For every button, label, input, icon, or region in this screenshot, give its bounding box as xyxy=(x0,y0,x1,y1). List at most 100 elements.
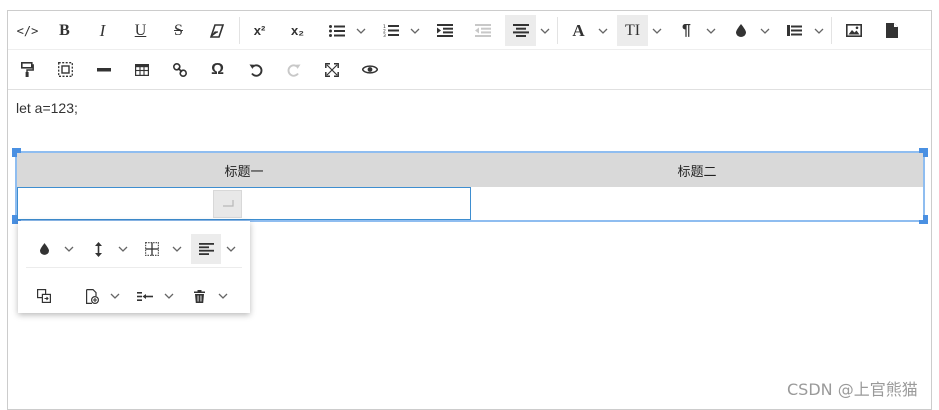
file-icon xyxy=(885,23,898,38)
fullscreen-button[interactable] xyxy=(316,54,347,85)
paragraph-button[interactable]: ¶ xyxy=(671,15,702,46)
bold-icon: B xyxy=(59,21,70,39)
cell-align-dropdown[interactable] xyxy=(224,234,238,264)
insert-cell-button[interactable] xyxy=(77,281,107,311)
block-style-dropdown[interactable] xyxy=(812,15,826,46)
special-char-button[interactable]: Ω xyxy=(202,54,233,85)
special-char-icon: Ω xyxy=(211,60,224,78)
table-icon xyxy=(134,63,149,76)
undo-icon xyxy=(249,63,263,77)
subscript-button[interactable]: x₂ xyxy=(282,15,313,46)
font-size-dropdown[interactable] xyxy=(650,15,664,46)
image-icon xyxy=(845,24,862,37)
file-button[interactable] xyxy=(876,15,907,46)
table-cell[interactable] xyxy=(471,187,923,220)
undo-button[interactable] xyxy=(240,54,271,85)
block-style-icon xyxy=(787,25,802,36)
split-cells-dropdown[interactable] xyxy=(162,281,176,311)
cell-border-icon xyxy=(145,242,159,256)
horizontal-rule-button[interactable] xyxy=(88,54,119,85)
chevron-down-icon xyxy=(218,293,228,299)
row-height-dropdown[interactable] xyxy=(116,234,130,264)
image-button[interactable] xyxy=(838,15,869,46)
underline-button[interactable]: U xyxy=(125,15,156,46)
indent-button[interactable] xyxy=(429,15,460,46)
align-dropdown[interactable] xyxy=(538,15,552,46)
bulleted-list-dropdown[interactable] xyxy=(354,15,368,46)
align-button[interactable] xyxy=(505,15,536,46)
chevron-down-icon xyxy=(814,28,824,34)
delete-button[interactable] xyxy=(184,281,214,311)
cell-border-dropdown[interactable] xyxy=(170,234,184,264)
table-button[interactable] xyxy=(126,54,157,85)
outdent-button[interactable] xyxy=(467,15,498,46)
merge-cells-button[interactable] xyxy=(29,281,59,311)
link-button[interactable] xyxy=(164,54,195,85)
enter-icon xyxy=(222,200,234,208)
block-style-button[interactable] xyxy=(779,15,810,46)
format-painter-button[interactable] xyxy=(12,54,43,85)
merge-cells-icon xyxy=(37,289,51,303)
clear-format-button[interactable] xyxy=(201,15,232,46)
strikethrough-icon: S xyxy=(174,21,183,39)
trash-icon xyxy=(193,289,205,303)
cell-align-button[interactable] xyxy=(191,234,221,264)
cell-align-icon xyxy=(198,243,214,255)
horizontal-rule-icon xyxy=(96,67,111,72)
chevron-down-icon xyxy=(760,28,770,34)
table-header-label: 标题一 xyxy=(224,163,264,179)
background-color-dropdown[interactable] xyxy=(758,15,772,46)
font-color-button[interactable]: A xyxy=(563,15,594,46)
clear-format-icon xyxy=(209,23,225,38)
row-height-icon xyxy=(94,241,102,257)
numbered-list-dropdown[interactable] xyxy=(408,15,422,46)
code-button[interactable]: </> xyxy=(12,15,43,46)
chevron-down-icon xyxy=(172,246,182,252)
table-cell-focused[interactable] xyxy=(17,187,471,220)
insert-cell-icon xyxy=(85,288,99,304)
chevron-down-icon xyxy=(410,28,420,34)
strikethrough-button[interactable]: S xyxy=(163,15,194,46)
insert-line-button[interactable] xyxy=(213,190,242,218)
bulleted-list-button[interactable] xyxy=(321,15,352,46)
code-icon: </> xyxy=(16,23,39,38)
font-color-dropdown[interactable] xyxy=(596,15,610,46)
cell-color-button[interactable] xyxy=(29,234,59,264)
code-paragraph[interactable]: let a=123; xyxy=(16,100,78,116)
cell-color-dropdown[interactable] xyxy=(62,234,76,264)
chevron-down-icon xyxy=(110,293,120,299)
numbered-list-icon: 123 xyxy=(383,24,399,37)
table-header-label: 标题二 xyxy=(677,163,717,179)
link-icon xyxy=(172,62,187,77)
select-all-button[interactable] xyxy=(50,54,81,85)
cell-border-button[interactable] xyxy=(137,234,167,264)
watermark: CSDN @上官熊猫 xyxy=(787,380,918,399)
numbered-list-button[interactable]: 123 xyxy=(375,15,406,46)
font-size-icon: TI xyxy=(624,21,641,39)
bold-button[interactable]: B xyxy=(49,15,80,46)
paragraph-dropdown[interactable] xyxy=(704,15,718,46)
redo-icon xyxy=(287,63,301,77)
insert-cell-dropdown[interactable] xyxy=(108,281,122,311)
chevron-down-icon xyxy=(598,28,608,34)
redo-button[interactable] xyxy=(278,54,309,85)
row-height-button[interactable] xyxy=(83,234,113,264)
background-color-button[interactable] xyxy=(725,15,756,46)
italic-button[interactable]: I xyxy=(87,15,118,46)
bulleted-list-icon xyxy=(328,24,345,37)
paragraph-icon: ¶ xyxy=(682,21,691,39)
table-context-toolbar xyxy=(18,221,250,313)
preview-button[interactable] xyxy=(354,54,385,85)
delete-dropdown[interactable] xyxy=(216,281,230,311)
indent-icon xyxy=(436,24,453,37)
split-cells-button[interactable] xyxy=(130,281,160,311)
font-size-button[interactable]: TI xyxy=(617,15,648,46)
preview-icon xyxy=(361,64,378,75)
chevron-down-icon xyxy=(64,246,74,252)
table-header-cell[interactable]: 标题二 xyxy=(471,153,923,187)
toolbar-row-2: Ω xyxy=(8,50,931,88)
toolbar-divider xyxy=(557,17,558,44)
chevron-down-icon xyxy=(706,28,716,34)
superscript-button[interactable]: x² xyxy=(244,15,275,46)
table-header-cell[interactable]: 标题一 xyxy=(17,153,471,187)
